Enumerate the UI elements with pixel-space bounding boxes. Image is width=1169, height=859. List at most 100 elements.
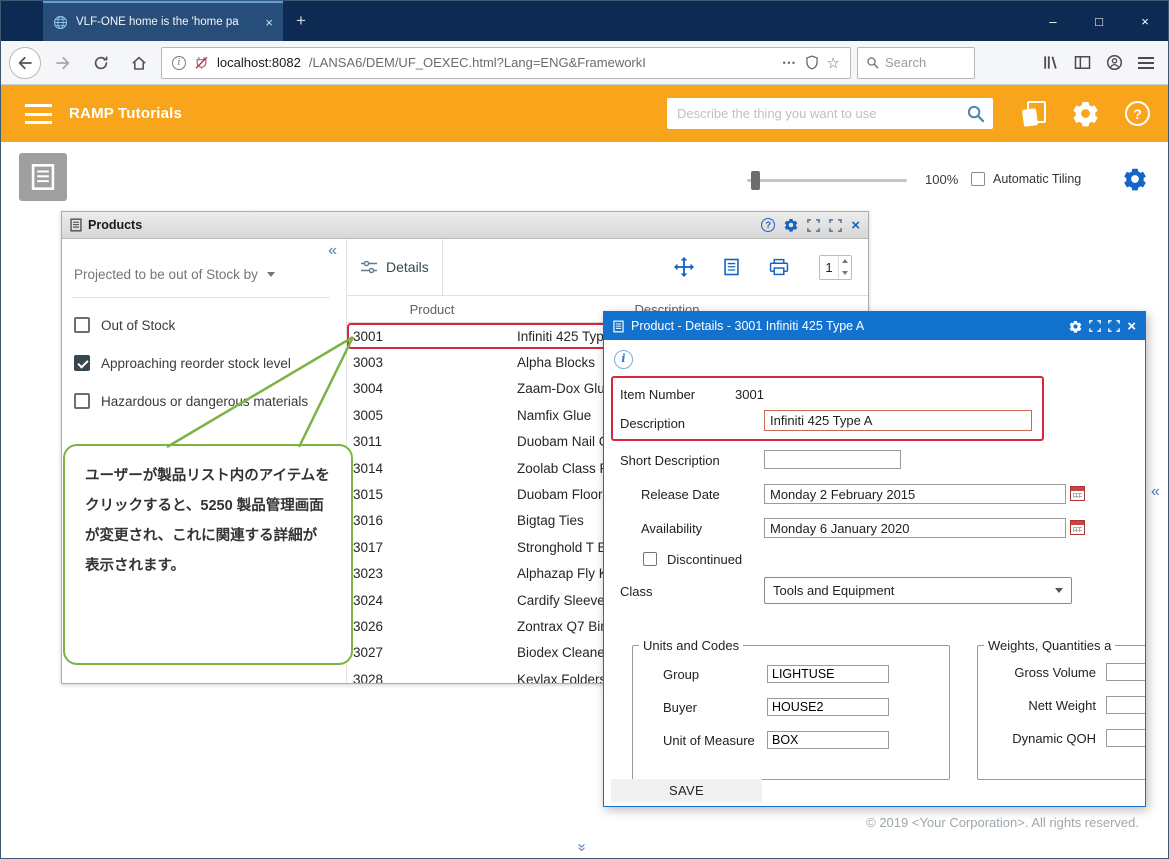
tab-details[interactable]: Details xyxy=(347,239,443,295)
dialog-titlebar[interactable]: Product - Details - 3001 Infiniti 425 Ty… xyxy=(604,312,1145,340)
list-toolbar: Details 1 xyxy=(347,239,868,296)
workspace-settings-gear-icon[interactable] xyxy=(1123,167,1147,191)
details-command-icon xyxy=(360,259,378,275)
field-input[interactable] xyxy=(767,698,889,716)
spinner-down-icon[interactable] xyxy=(839,267,851,279)
zoom-slider[interactable] xyxy=(747,179,907,182)
info-icon[interactable]: i xyxy=(614,350,633,369)
window-icon xyxy=(31,163,55,191)
globe-favicon-icon xyxy=(53,15,68,30)
plugin-blocked-icon[interactable] xyxy=(194,55,209,70)
address-bar[interactable]: i localhost:8082 /LANSA6/DEM/UF_OEXEC.ht… xyxy=(161,47,851,79)
sidebar-icon[interactable] xyxy=(1074,54,1091,71)
save-button[interactable]: SAVE xyxy=(611,779,762,802)
browser-tab[interactable]: VLF-ONE home is the 'home pa × xyxy=(43,1,283,41)
filter-checkbox-row[interactable]: Approaching reorder stock level xyxy=(74,355,340,371)
discontinued-checkbox[interactable] xyxy=(643,552,657,566)
dialog-maximize-icon[interactable] xyxy=(1108,320,1120,332)
account-icon[interactable] xyxy=(1106,54,1123,71)
print-icon[interactable] xyxy=(769,258,789,276)
browser-search-box[interactable] xyxy=(857,47,975,79)
availability-input[interactable] xyxy=(764,518,1066,538)
class-select-value: Tools and Equipment xyxy=(773,583,894,598)
field-label: Buyer xyxy=(633,700,767,715)
automatic-tiling-option[interactable]: Automatic Tiling xyxy=(971,172,1081,186)
home-button[interactable] xyxy=(123,47,155,79)
window-close-button[interactable]: × xyxy=(1122,1,1168,41)
field-input[interactable] xyxy=(1106,696,1146,714)
form-field-row: Dynamic QOH xyxy=(978,729,1146,747)
filter-checkbox-row[interactable]: Hazardous or dangerous materials xyxy=(74,393,340,409)
tab-close-icon[interactable]: × xyxy=(265,15,273,30)
reload-button[interactable] xyxy=(85,47,117,79)
automatic-tiling-checkbox[interactable] xyxy=(971,172,985,186)
product-cell: 3004 xyxy=(349,381,517,396)
description-input[interactable] xyxy=(764,410,1032,431)
gear-icon[interactable] xyxy=(1072,100,1099,127)
dialog-gear-icon[interactable] xyxy=(1069,320,1082,333)
expand-right-panel-icon[interactable]: « xyxy=(1151,483,1160,501)
field-input[interactable] xyxy=(1106,663,1146,681)
short-description-input[interactable] xyxy=(764,450,901,469)
library-icon[interactable] xyxy=(1042,54,1059,71)
field-label: Group xyxy=(633,667,767,682)
browser-search-input[interactable] xyxy=(885,55,959,70)
panel-maximize-icon[interactable] xyxy=(829,219,842,232)
item-number-label: Item Number xyxy=(620,387,695,402)
calendar-icon[interactable] xyxy=(1070,486,1085,501)
collapse-bottom-icon[interactable]: « xyxy=(573,843,590,851)
product-details-dialog: Product - Details - 3001 Infiniti 425 Ty… xyxy=(603,311,1146,807)
panel-gear-icon[interactable] xyxy=(784,218,798,232)
products-panel-titlebar[interactable]: Products ? × xyxy=(62,212,868,239)
panel-help-icon[interactable]: ? xyxy=(761,218,775,232)
product-cell: 3001 xyxy=(349,329,517,344)
column-header-product[interactable]: Product xyxy=(347,302,517,317)
window-maximize-button[interactable]: □ xyxy=(1076,1,1122,41)
forward-button[interactable] xyxy=(47,47,79,79)
page-spinner[interactable]: 1 xyxy=(819,255,852,280)
dialog-popout-icon[interactable] xyxy=(1089,320,1101,332)
app-menu-icon[interactable] xyxy=(25,104,52,124)
checkbox[interactable] xyxy=(74,393,90,409)
new-tab-button[interactable]: + xyxy=(283,1,319,41)
browser-toolbar: i localhost:8082 /LANSA6/DEM/UF_OEXEC.ht… xyxy=(1,41,1168,85)
calendar-icon[interactable] xyxy=(1070,520,1085,535)
panel-popout-icon[interactable] xyxy=(807,219,820,232)
search-icon[interactable] xyxy=(966,104,985,123)
release-date-input[interactable] xyxy=(764,484,1066,504)
dialog-close-icon[interactable]: × xyxy=(1127,319,1136,334)
shield-icon[interactable] xyxy=(805,55,819,70)
field-input[interactable] xyxy=(1106,729,1146,747)
form-field-row: Group xyxy=(633,665,949,683)
bookmark-star-icon[interactable]: ☆ xyxy=(827,54,840,72)
filter-checkbox-row[interactable]: Out of Stock xyxy=(74,317,340,333)
spinner-up-icon[interactable] xyxy=(839,256,851,268)
app-search-input[interactable] xyxy=(677,106,966,121)
tab-title: VLF-ONE home is the 'home pa xyxy=(76,16,257,28)
site-info-icon[interactable]: i xyxy=(172,56,186,70)
class-select[interactable]: Tools and Equipment xyxy=(764,577,1072,604)
panel-close-icon[interactable]: × xyxy=(851,218,860,233)
zoom-slider-thumb[interactable] xyxy=(751,171,760,190)
discontinued-label: Discontinued xyxy=(667,552,742,567)
back-button[interactable] xyxy=(9,47,41,79)
field-label: Dynamic QOH xyxy=(978,731,1106,746)
checkbox[interactable] xyxy=(74,317,90,333)
field-input[interactable] xyxy=(767,731,889,749)
browser-menu-icon[interactable] xyxy=(1138,57,1154,69)
checkbox[interactable] xyxy=(74,355,90,371)
move-icon[interactable] xyxy=(674,257,694,277)
field-label: Unit of Measure xyxy=(633,733,767,748)
chevron-down-icon xyxy=(267,272,275,277)
window-minimize-button[interactable]: – xyxy=(1030,1,1076,41)
launcher-button[interactable] xyxy=(19,153,67,201)
app-search-box[interactable] xyxy=(667,98,993,129)
help-icon[interactable]: ? xyxy=(1125,101,1150,126)
stock-filter-dropdown[interactable]: Projected to be out of Stock by xyxy=(74,267,275,282)
page-actions-icon[interactable]: ••• xyxy=(783,58,797,68)
filter-label: Out of Stock xyxy=(101,318,175,333)
field-input[interactable] xyxy=(767,665,889,683)
collapse-filter-icon[interactable]: « xyxy=(328,243,337,259)
applications-icon[interactable] xyxy=(1023,101,1046,126)
list-view-icon[interactable] xyxy=(724,258,739,276)
